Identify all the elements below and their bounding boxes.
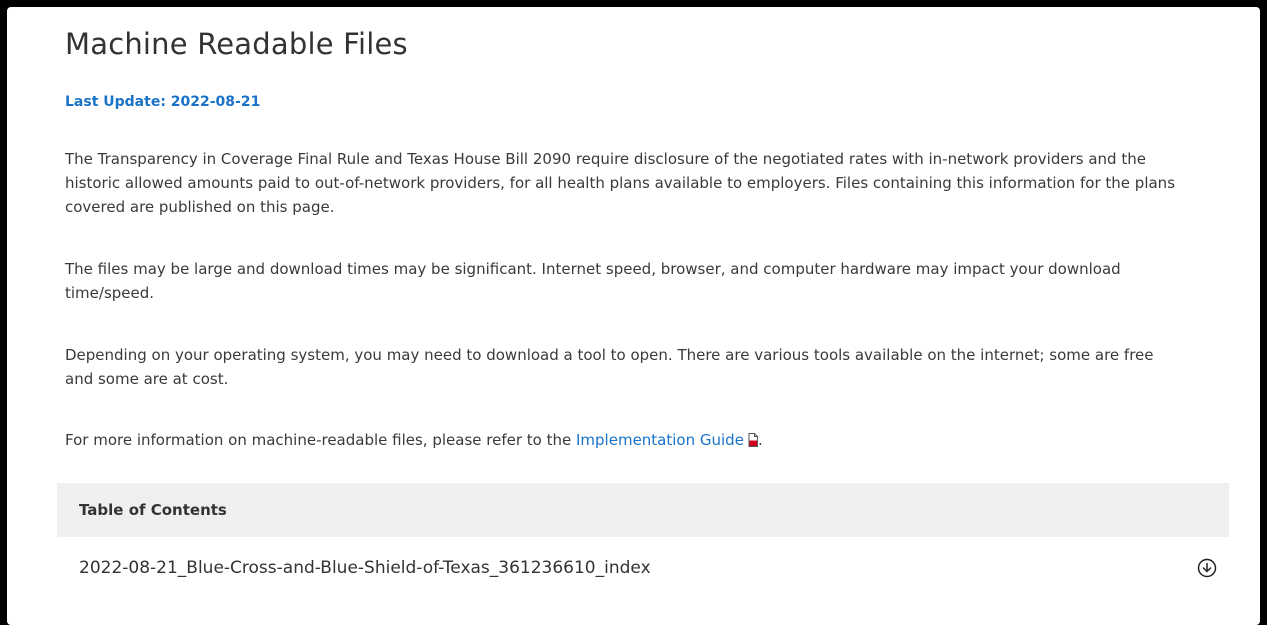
page-title: Machine Readable Files bbox=[65, 27, 408, 61]
file-name[interactable]: 2022-08-21_Blue-Cross-and-Blue-Shield-of… bbox=[79, 558, 651, 578]
table-of-contents: Table of Contents 2022-08-21_Blue-Cross-… bbox=[57, 483, 1229, 599]
pdf-icon bbox=[748, 430, 758, 447]
last-update-label: Last Update: 2022-08-21 bbox=[65, 94, 261, 110]
download-circle-icon[interactable] bbox=[1197, 558, 1217, 578]
tools-notice-paragraph: Depending on your operating system, you … bbox=[65, 346, 1154, 388]
more-info-text: For more information on machine-readable… bbox=[65, 431, 576, 449]
intro-paragraph: The Transparency in Coverage Final Rule … bbox=[65, 150, 1176, 216]
more-info-paragraph: For more information on machine-readable… bbox=[65, 428, 1175, 452]
page-frame: Machine Readable Files Last Update: 2022… bbox=[7, 7, 1260, 625]
period: . bbox=[757, 431, 763, 449]
toc-header: Table of Contents bbox=[57, 483, 1229, 537]
download-notice-paragraph: The files may be large and download time… bbox=[65, 260, 1121, 302]
implementation-guide-link[interactable]: Implementation Guide bbox=[576, 431, 744, 449]
file-row[interactable]: 2022-08-21_Blue-Cross-and-Blue-Shield-of… bbox=[57, 537, 1229, 599]
